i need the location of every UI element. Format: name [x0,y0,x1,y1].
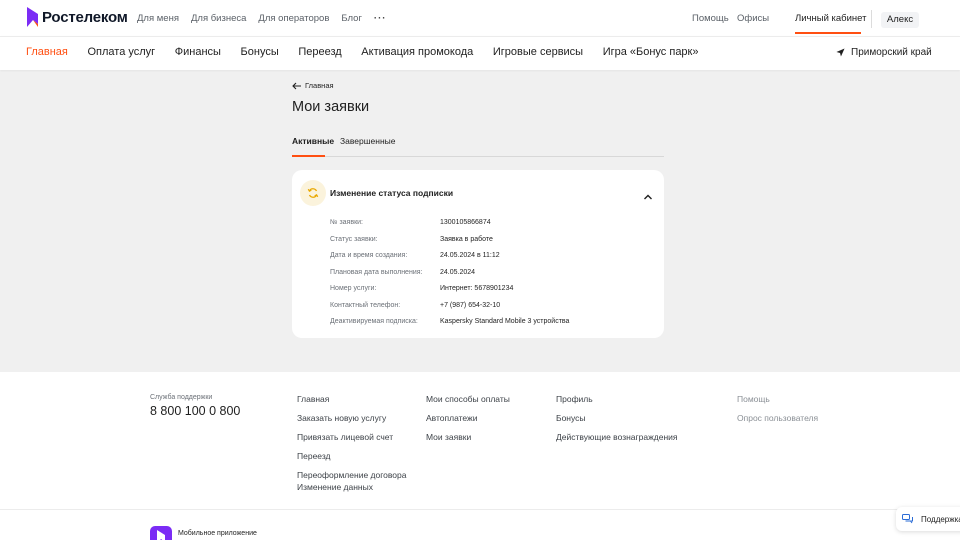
footer-link[interactable]: Переоформление договора [297,470,406,482]
detail-value: Интернет: 5678901234 [440,285,514,292]
back-label: Главная [305,81,334,90]
main-nav-item[interactable]: Бонусы [241,46,279,58]
chat-icon [902,514,913,524]
detail-value: 24.05.2024 в 11:12 [440,252,500,259]
divider [0,509,960,510]
detail-row: Деактивируемая подписка: Kaspersky Stand… [330,318,650,330]
request-title: Изменение статуса подписки [330,188,454,198]
footer-column: Помощь Опрос пользователя [737,394,818,432]
more-menu-icon[interactable]: ··· [374,13,387,24]
tab-active[interactable]: Активные [292,136,334,146]
top-nav-item[interactable]: Для операторов [258,13,329,24]
divider [871,10,872,28]
detail-label: Статус заявки: [330,235,378,243]
footer-column: Мои способы оплаты Автоплатежи Мои заявк… [426,394,510,451]
detail-value: Заявка в работе [440,235,493,243]
footer-link[interactable]: Действующие вознаграждения [556,432,678,451]
support-chat-button[interactable]: Поддержка [896,507,960,531]
support-button-label: Поддержка [921,514,960,524]
page-title: Мои заявки [292,99,370,115]
mobile-app-icon[interactable] [150,526,172,540]
account-link[interactable]: Личный кабинет [795,13,866,24]
detail-row: Дата и время создания: 24.05.2024 в 11:1… [330,252,650,264]
main-nav-item[interactable]: Игра «Бонус парк» [603,46,699,58]
top-nav: Для меня Для бизнеса Для операторов Блог… [137,13,398,24]
main-nav-item[interactable]: Оплата услуг [87,46,155,58]
footer-link[interactable]: Заказать новую услугу [297,413,406,432]
detail-row: Номер услуги: Интернет: 5678901234 [330,285,650,297]
footer-link[interactable]: Привязать лицевой счет [297,432,406,451]
main-nav-item[interactable]: Переезд [298,46,341,58]
refresh-icon [300,180,326,206]
detail-row: Плановая дата выполнения: 24.05.2024 [330,269,650,281]
main-nav-item[interactable]: Финансы [175,46,221,58]
main-nav: Главная Оплата услуг Финансы Бонусы Пере… [0,36,960,70]
footer: Служба поддержки 8 800 100 0 800 Главная… [0,372,960,540]
footer-link[interactable]: Главная [297,394,406,413]
region-selector[interactable]: Приморский край [836,47,932,58]
footer-link[interactable]: Опрос пользователя [737,413,818,432]
location-arrow-icon [836,48,845,57]
main-nav-item[interactable]: Игровые сервисы [493,46,583,58]
footer-link[interactable]: Профиль [556,394,678,413]
tab-completed[interactable]: Завершенные [340,136,396,146]
tabs: Активные Завершенные [292,136,664,157]
detail-value: +7 (987) 654-32-10 [440,301,501,309]
main-nav-item-home[interactable]: Главная [26,46,68,58]
top-nav-item[interactable]: Блог [341,13,362,24]
tab-active-indicator [292,155,325,157]
mobile-app-label[interactable]: Мобильное приложение [178,530,257,537]
back-link[interactable]: Главная [292,81,334,90]
help-link[interactable]: Помощь [692,13,729,24]
top-nav-item[interactable]: Для бизнеса [191,13,246,24]
logo-text: Ростелеком [42,8,128,26]
offices-link[interactable]: Офисы [737,13,769,24]
detail-value: Kaspersky Standard Mobile 3 устройства [440,318,570,325]
footer-link[interactable]: Помощь [737,394,818,413]
arrow-left-icon [292,82,301,89]
footer-link[interactable]: Мои заявки [426,432,510,451]
account-active-indicator [795,32,861,34]
footer-link[interactable]: Изменение данных [297,482,406,501]
support-label: Служба поддержки [150,394,213,401]
footer-link[interactable]: Переезд [297,451,406,470]
footer-column: Профиль Бонусы Действующие вознаграждени… [556,394,678,451]
footer-link[interactable]: Автоплатежи [426,413,510,432]
top-nav-item[interactable]: Для меня [137,13,179,24]
main-nav-item[interactable]: Активация промокода [361,46,473,58]
detail-label: Деактивируемая подписка: [330,318,418,325]
detail-row: № заявки: 1300105866874 [330,219,650,231]
logo[interactable]: Ростелеком [26,6,128,28]
detail-row: Контактный телефон: +7 (987) 654-32-10 [330,302,650,314]
detail-row: Статус заявки: Заявка в работе [330,236,650,248]
detail-value: 24.05.2024 [440,268,476,276]
detail-label: № заявки: [330,219,363,226]
detail-label: Контактный телефон: [330,301,401,309]
detail-label: Дата и время создания: [330,252,408,259]
request-card: Изменение статуса подписки № заявки: 130… [292,170,664,338]
support-phone[interactable]: 8 800 100 0 800 [150,404,240,418]
footer-link[interactable]: Мои способы оплаты [426,394,510,413]
user-menu[interactable]: Алекс [881,12,919,28]
chevron-up-icon[interactable] [643,188,653,206]
detail-label: Плановая дата выполнения: [330,268,423,276]
detail-label: Номер услуги: [330,285,377,292]
footer-column: Главная Заказать новую услугу Привязать … [297,394,406,501]
region-label: Приморский край [851,47,932,58]
logo-icon [26,6,39,28]
detail-value: 1300105866874 [440,219,491,226]
top-bar: Ростелеком Для меня Для бизнеса Для опер… [0,0,960,36]
footer-link[interactable]: Бонусы [556,413,678,432]
